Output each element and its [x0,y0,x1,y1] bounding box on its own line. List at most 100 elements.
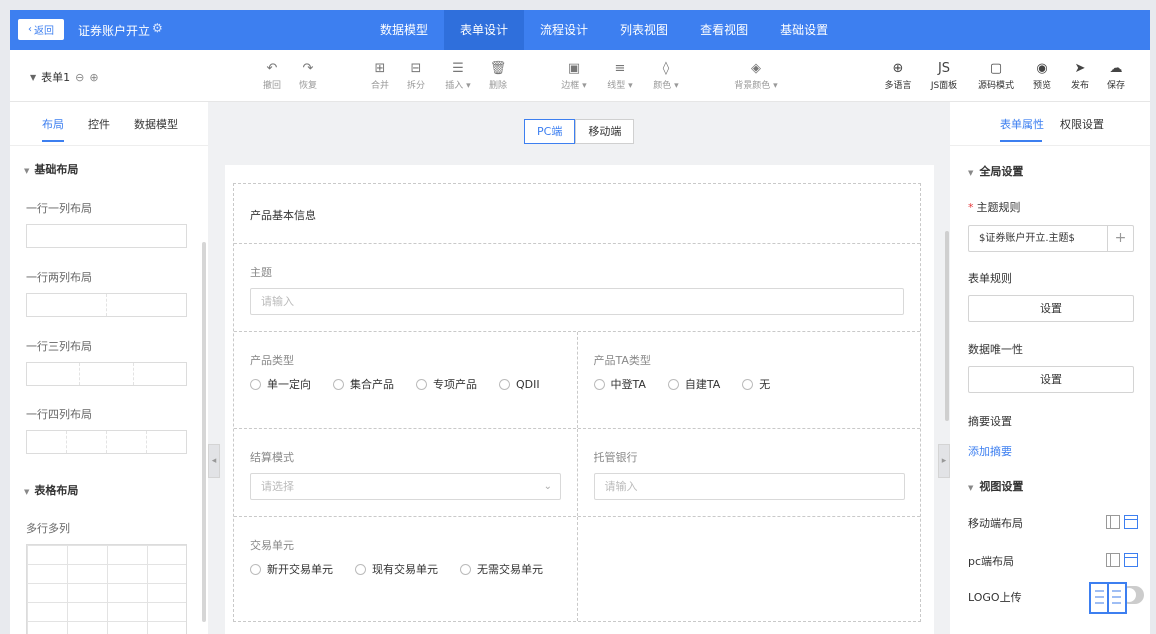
form-rule-settings-button[interactable]: 设置 [968,295,1134,322]
save-button[interactable]: ☁ 保存 [1094,61,1138,92]
layout-2col-label: 一行两列布局 [26,271,92,284]
source-mode-button[interactable]: ▢ 源码模式 [972,62,1020,92]
radio-existing-unit[interactable]: 现有交易单元 [355,563,438,576]
form-header-row[interactable]: 产品基本信息 [234,184,920,244]
settlement-cell[interactable]: 结算模式 请选择 ⌄ [234,429,578,516]
left-scrollbar[interactable] [202,242,206,622]
gear-icon[interactable]: ⚙ [152,21,163,35]
color-button[interactable]: ◊ 颜色 ▾ [644,62,688,92]
add-icon[interactable]: ⊕ [89,71,98,84]
tab-left-data-model[interactable]: 数据模型 [134,116,178,132]
cloud-upload-icon: ☁ [1109,61,1123,76]
canvas-scrollbar[interactable] [945,231,949,421]
radio-circle-icon [355,563,366,575]
tab-list-view[interactable]: 列表视图 [604,10,684,50]
bg-color-label: 背景颜色 [734,81,771,91]
section-view-settings[interactable]: ▼ 视图设置 [968,478,1023,494]
layout-1col-label: 一行一列布局 [26,202,92,215]
radio-circle-icon [460,563,471,575]
ta-type-label: 产品TA类型 [593,354,651,367]
sidebar-layout-icon[interactable] [1106,553,1120,567]
tab-permission-settings[interactable]: 权限设置 [1060,116,1104,132]
design-area: PC端 移动端 产品基本信息 主题 请输入 产品类型 单一定向 集合产品 专项产… [208,102,950,634]
collapse-left-handle[interactable]: ◂ [208,444,220,478]
tab-form-design[interactable]: 表单设计 [444,10,525,50]
book-icon [1089,582,1127,614]
form-selector[interactable]: ▼ 表单1 ⊖ ⊕ [30,69,99,85]
ta-type-cell[interactable]: 产品TA类型 中登TA 自建TA 无 [578,332,921,428]
pc-layout-label: pc端布局 [968,555,1015,568]
pc-view-button[interactable]: PC端 [524,119,576,144]
radio-special[interactable]: 专项产品 [416,378,477,391]
line-type-button[interactable]: ≡ 线型 ▾ [598,62,642,92]
product-type-cell[interactable]: 产品类型 单一定向 集合产品 专项产品 QDII [234,332,578,428]
insert-button[interactable]: ☰ 插入 ▾ [436,62,480,92]
delete-label: 删除 [488,81,507,91]
split-button[interactable]: ⊟ 拆分 [394,62,438,92]
subject-row[interactable]: 主题 请输入 [234,244,920,332]
redo-button[interactable]: ↷ 恢复 [286,62,330,92]
js-panel-button[interactable]: JS JS面板 [922,62,966,92]
section-table-layout[interactable]: ▼ 表格布局 [24,482,78,498]
tab-layout[interactable]: 布局 [42,116,64,132]
radio-collective[interactable]: 集合产品 [333,378,394,391]
left-panel: 布局 控件 数据模型 ▼ 基础布局 一行一列布局 一行两列布局 一行三列布局 一行… [10,102,208,634]
section-basic-label: 基础布局 [34,163,79,176]
trade-unit-cell[interactable]: 交易单元 新开交易单元 现有交易单元 无需交易单元 [234,517,578,621]
radio-self-ta[interactable]: 自建TA [667,378,720,391]
radio-label: 现有交易单元 [372,563,438,576]
settlement-row: 结算模式 请选择 ⌄ 托管银行 请输入 [234,429,920,517]
active-tab-underline [1000,140,1042,142]
add-summary-link[interactable]: 添加摘要 [968,443,1012,459]
border-button[interactable]: ▣ 边框 ▾ [552,62,596,92]
tab-controls[interactable]: 控件 [88,116,110,132]
radio-csdc-ta[interactable]: 中登TA [593,378,646,391]
section-global-settings[interactable]: ▼ 全局设置 [968,163,1023,179]
radio-single-directed[interactable]: 单一定向 [250,378,311,391]
more-icon[interactable]: ⊖ [75,71,84,84]
subject-input[interactable]: 请输入 [250,288,904,315]
empty-cell[interactable] [578,517,921,621]
section-basic-layout[interactable]: ▼ 基础布局 [24,161,78,177]
header-layout-icon[interactable] [1124,515,1138,529]
custodian-cell[interactable]: 托管银行 请输入 [578,429,921,516]
table-multi-preview[interactable] [26,544,187,634]
radio-qdii[interactable]: QDII [499,377,540,391]
radio-label: 新开交易单元 [267,563,333,576]
header-layout-icon[interactable] [1124,553,1138,567]
layout-4col-label: 一行四列布局 [26,408,92,421]
pc-layout-options [1106,553,1138,567]
right-panel: 表单属性 权限设置 ▼ 全局设置 * 主题规则 $证券账户开立.主题$ + 表单规则 … [950,102,1150,634]
radio-new-unit[interactable]: 新开交易单元 [250,563,333,576]
tab-detail-view[interactable]: 查看视图 [684,10,764,50]
split-label: 拆分 [406,81,425,91]
tab-data-model[interactable]: 数据模型 [364,10,444,50]
back-label: 返回 [34,26,54,37]
sidebar-layout-icon[interactable] [1106,515,1120,529]
caret-down-icon: ▼ [30,72,37,82]
bg-color-button[interactable]: ◈ 背景颜色 ▾ [724,62,788,92]
theme-rule-input[interactable]: $证券账户开立.主题$ + [968,225,1134,252]
layout-1col-preview[interactable] [26,224,187,248]
multi-language-button[interactable]: ⊕ 多语言 [876,62,920,92]
radio-no-unit[interactable]: 无需交易单元 [460,563,543,576]
back-button[interactable]: ‹ 返回 [18,19,64,40]
tab-form-properties[interactable]: 表单属性 [1000,116,1044,132]
delete-button[interactable]: 🗑 删除 [476,62,520,92]
plus-icon[interactable]: + [1107,226,1133,251]
layout-4col-preview[interactable] [26,430,187,454]
tab-process-design[interactable]: 流程设计 [524,10,604,50]
mobile-view-button[interactable]: 移动端 [575,119,635,144]
layout-3col-preview[interactable] [26,362,187,386]
tab-basic-settings[interactable]: 基础设置 [764,10,844,50]
radio-none[interactable]: 无 [742,378,770,391]
data-unique-settings-button[interactable]: 设置 [968,366,1134,393]
layout-2col-preview[interactable] [26,293,187,317]
custodian-input[interactable]: 请输入 [593,473,905,500]
view-settings-label: 视图设置 [979,480,1024,493]
settlement-select[interactable]: 请选择 ⌄ [250,473,561,500]
collapse-right-handle[interactable]: ▸ [938,444,950,478]
radio-label: 无需交易单元 [477,563,543,576]
subject-placeholder: 请输入 [261,295,294,308]
radio-label: QDII [516,377,540,391]
